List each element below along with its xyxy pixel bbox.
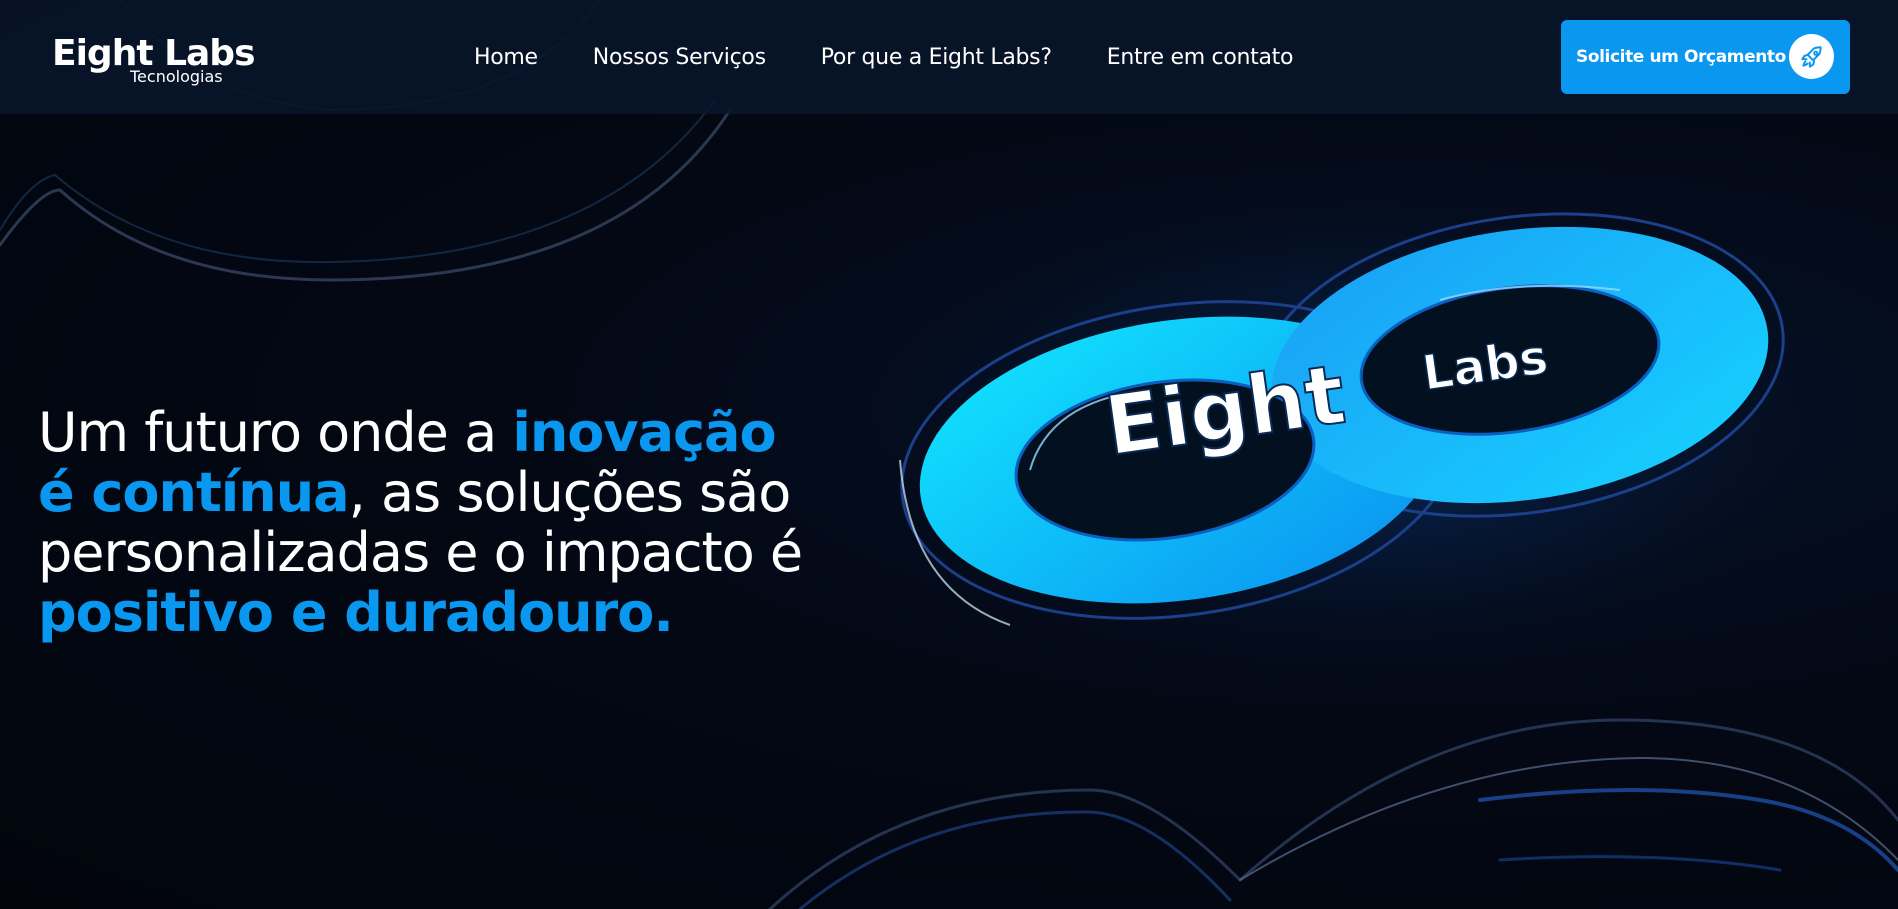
- hero-headline-accent-innovation: inovação: [512, 401, 776, 464]
- eight-labs-infinity-graphic: Eight Labs: [890, 180, 1830, 680]
- site-header: Eight Labs Tecnologias Home Nossos Servi…: [0, 0, 1898, 114]
- hero-headline: Um futuro onde a inovação é contínua, as …: [38, 403, 898, 643]
- rocket-icon: [1789, 34, 1834, 79]
- hero-headline-part-1: Um futuro onde a: [38, 401, 513, 464]
- hero-headline-accent-continuous: é contínua: [38, 461, 350, 524]
- main-nav: Home Nossos Serviços Por que a Eight Lab…: [474, 0, 1348, 114]
- nav-item-services[interactable]: Nossos Serviços: [593, 45, 766, 70]
- hero-headline-accent-positive: positivo e duradouro.: [38, 581, 674, 644]
- request-quote-label: Solicite um Orçamento: [1576, 47, 1786, 67]
- page: Eight Labs Eight Labs Tecnologias Home N…: [0, 0, 1898, 909]
- request-quote-button[interactable]: Solicite um Orçamento: [1561, 20, 1850, 94]
- logo-sub-text: Tecnologias: [130, 67, 223, 86]
- nav-item-contact[interactable]: Entre em contato: [1107, 45, 1294, 70]
- nav-item-home[interactable]: Home: [474, 45, 538, 70]
- logo[interactable]: Eight Labs Tecnologias: [52, 34, 256, 90]
- nav-item-why-eight-labs[interactable]: Por que a Eight Labs?: [821, 45, 1052, 70]
